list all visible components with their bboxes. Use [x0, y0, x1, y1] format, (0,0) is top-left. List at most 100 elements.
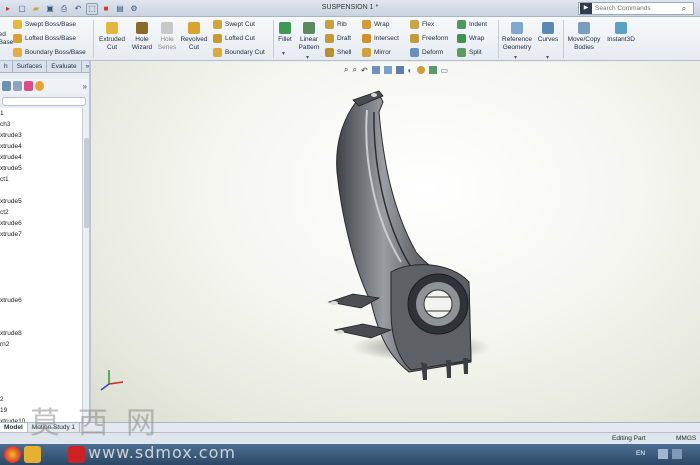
reference-geometry-dropdown-icon[interactable]: ▾ — [514, 54, 517, 61]
hole-series-button[interactable]: Hole Series — [155, 22, 179, 51]
search-icon[interactable]: ⌕ — [678, 4, 690, 14]
tree-item[interactable] — [0, 317, 82, 328]
tree-item[interactable]: 1 — [0, 108, 82, 119]
extruded-cut-icon — [106, 22, 118, 34]
display-style-icon[interactable] — [395, 66, 404, 74]
tray-icon[interactable] — [658, 449, 668, 459]
curves-dropdown-icon[interactable]: ▾ — [546, 54, 549, 61]
deform-button[interactable]: Deform — [410, 48, 443, 57]
graphics-area[interactable]: ⌕ ⌕ ↶ ◐ ▭ — [91, 62, 700, 422]
flex-button[interactable]: Flex — [410, 20, 434, 29]
tree-item[interactable]: xtrude5 — [0, 163, 82, 174]
lofted-boss-icon — [13, 34, 22, 43]
tree-item[interactable]: xtrude4 — [0, 152, 82, 163]
tree-item[interactable]: rn2 — [0, 339, 82, 350]
search-input[interactable] — [592, 3, 678, 14]
boundary-cut-button[interactable]: Boundary Cut — [213, 48, 265, 57]
lower-bracket-hole — [336, 330, 344, 334]
pattern-dropdown-icon[interactable]: ▾ — [306, 54, 309, 61]
configuration-manager-icon[interactable] — [24, 81, 33, 91]
feature-tree-scrollbar[interactable] — [82, 108, 89, 422]
rib-label: Rib — [337, 21, 347, 28]
rib-button[interactable]: Rib — [325, 20, 347, 29]
tree-item[interactable]: xtrude8 — [0, 328, 82, 339]
folder-icon[interactable] — [24, 446, 41, 463]
boundary-boss-button[interactable]: Boundary Boss/Base — [13, 48, 86, 57]
reference-geometry-button[interactable]: Reference Geometry — [500, 22, 534, 51]
freeform-button[interactable]: Freeform — [410, 34, 448, 43]
network-icon[interactable] — [672, 449, 682, 459]
display-manager-icon[interactable] — [35, 81, 44, 91]
section-view-icon[interactable] — [371, 66, 380, 74]
view-settings-icon[interactable]: ▭ — [441, 66, 449, 75]
tab-evaluate[interactable]: Evaluate — [47, 61, 82, 72]
instant3d-button[interactable]: Instant3D — [603, 22, 639, 44]
tree-item[interactable]: xtrude6 — [0, 218, 82, 229]
split-button[interactable]: Split — [457, 48, 482, 57]
extruded-boss-button[interactable]: ed Base — [0, 31, 13, 46]
swept-boss-button[interactable]: Swept Boss/Base — [13, 20, 76, 29]
hide-show-items-icon[interactable]: ◐ — [408, 66, 413, 75]
tab-sketch[interactable]: h — [0, 61, 13, 72]
tree-item[interactable] — [0, 185, 82, 196]
view-triad[interactable] — [100, 370, 124, 391]
edit-appearance-icon[interactable] — [416, 66, 425, 74]
tree-item[interactable] — [0, 350, 82, 361]
status-units[interactable]: MMGS — [676, 435, 696, 442]
tree-item[interactable] — [0, 361, 82, 372]
tree-item[interactable]: xtrude5 — [0, 196, 82, 207]
search-commands[interactable]: ▶ ⌕ — [578, 2, 694, 15]
tree-item[interactable] — [0, 284, 82, 295]
fillet-dropdown-icon[interactable]: ▾ — [282, 50, 285, 57]
part-model[interactable] — [91, 62, 700, 422]
wrap-feature-button[interactable]: Wrap — [457, 34, 484, 43]
draft-button[interactable]: Draft — [325, 34, 351, 43]
tab-surfaces[interactable]: Surfaces — [13, 61, 48, 72]
tree-item[interactable]: xtrude4 — [0, 141, 82, 152]
tree-item[interactable]: ch3 — [0, 119, 82, 130]
mirror-label: Mirror — [374, 49, 391, 56]
shell-button[interactable]: Shell — [325, 48, 351, 57]
solidworks-icon[interactable] — [68, 446, 85, 463]
tree-item[interactable]: xtrude7 — [0, 229, 82, 240]
zoom-to-area-icon[interactable]: ⌕ — [352, 65, 356, 75]
tab-model[interactable]: Model — [0, 423, 28, 432]
tree-item[interactable] — [0, 251, 82, 262]
feature-tree-icon[interactable] — [2, 81, 11, 91]
tree-item[interactable]: ct2 — [0, 207, 82, 218]
feature-tree-filter[interactable] — [2, 97, 86, 106]
tree-item[interactable]: xtrude3 — [0, 130, 82, 141]
mirror-button[interactable]: Mirror — [362, 48, 391, 57]
status-editing: Editing Part — [612, 435, 646, 442]
tree-item[interactable]: xtrude6 — [0, 295, 82, 306]
indent-button[interactable]: Indent — [457, 20, 487, 29]
tree-item[interactable] — [0, 262, 82, 273]
property-manager-icon[interactable] — [13, 81, 22, 91]
zoom-to-fit-icon[interactable]: ⌕ — [344, 65, 348, 75]
language-indicator[interactable]: EN — [636, 450, 645, 457]
previous-view-icon[interactable]: ↶ — [361, 66, 368, 75]
lofted-boss-button[interactable]: Lofted Boss/Base — [13, 34, 76, 43]
search-scope-icon[interactable]: ▶ — [580, 3, 592, 14]
extruded-cut-button[interactable]: Extruded Cut — [96, 22, 128, 51]
wrap-button[interactable]: Wrap — [362, 20, 389, 29]
tree-item[interactable] — [0, 372, 82, 383]
tree-item[interactable] — [0, 273, 82, 284]
apply-scene-icon[interactable] — [428, 66, 437, 74]
panel-expand-icon[interactable]: » — [83, 82, 87, 91]
linear-pattern-button[interactable]: Linear Pattern — [295, 22, 323, 51]
tree-item[interactable] — [0, 240, 82, 251]
lofted-cut-button[interactable]: Lofted Cut — [213, 34, 255, 43]
view-orientation-icon[interactable] — [383, 66, 392, 74]
hole-wizard-button[interactable]: Hole Wizard — [128, 22, 156, 51]
tree-item[interactable] — [0, 306, 82, 317]
revolved-cut-button[interactable]: Revolved Cut — [178, 22, 210, 51]
curves-button[interactable]: Curves — [535, 22, 561, 44]
swept-cut-button[interactable]: Swept Cut — [213, 20, 255, 29]
tree-item[interactable]: ct1 — [0, 174, 82, 185]
chrome-icon[interactable] — [4, 446, 21, 463]
tree-item[interactable] — [0, 383, 82, 394]
fillet-button[interactable]: Fillet — [275, 22, 295, 44]
intersect-button[interactable]: Intersect — [362, 34, 399, 43]
move-copy-bodies-button[interactable]: Move/Copy Bodies — [565, 22, 603, 51]
